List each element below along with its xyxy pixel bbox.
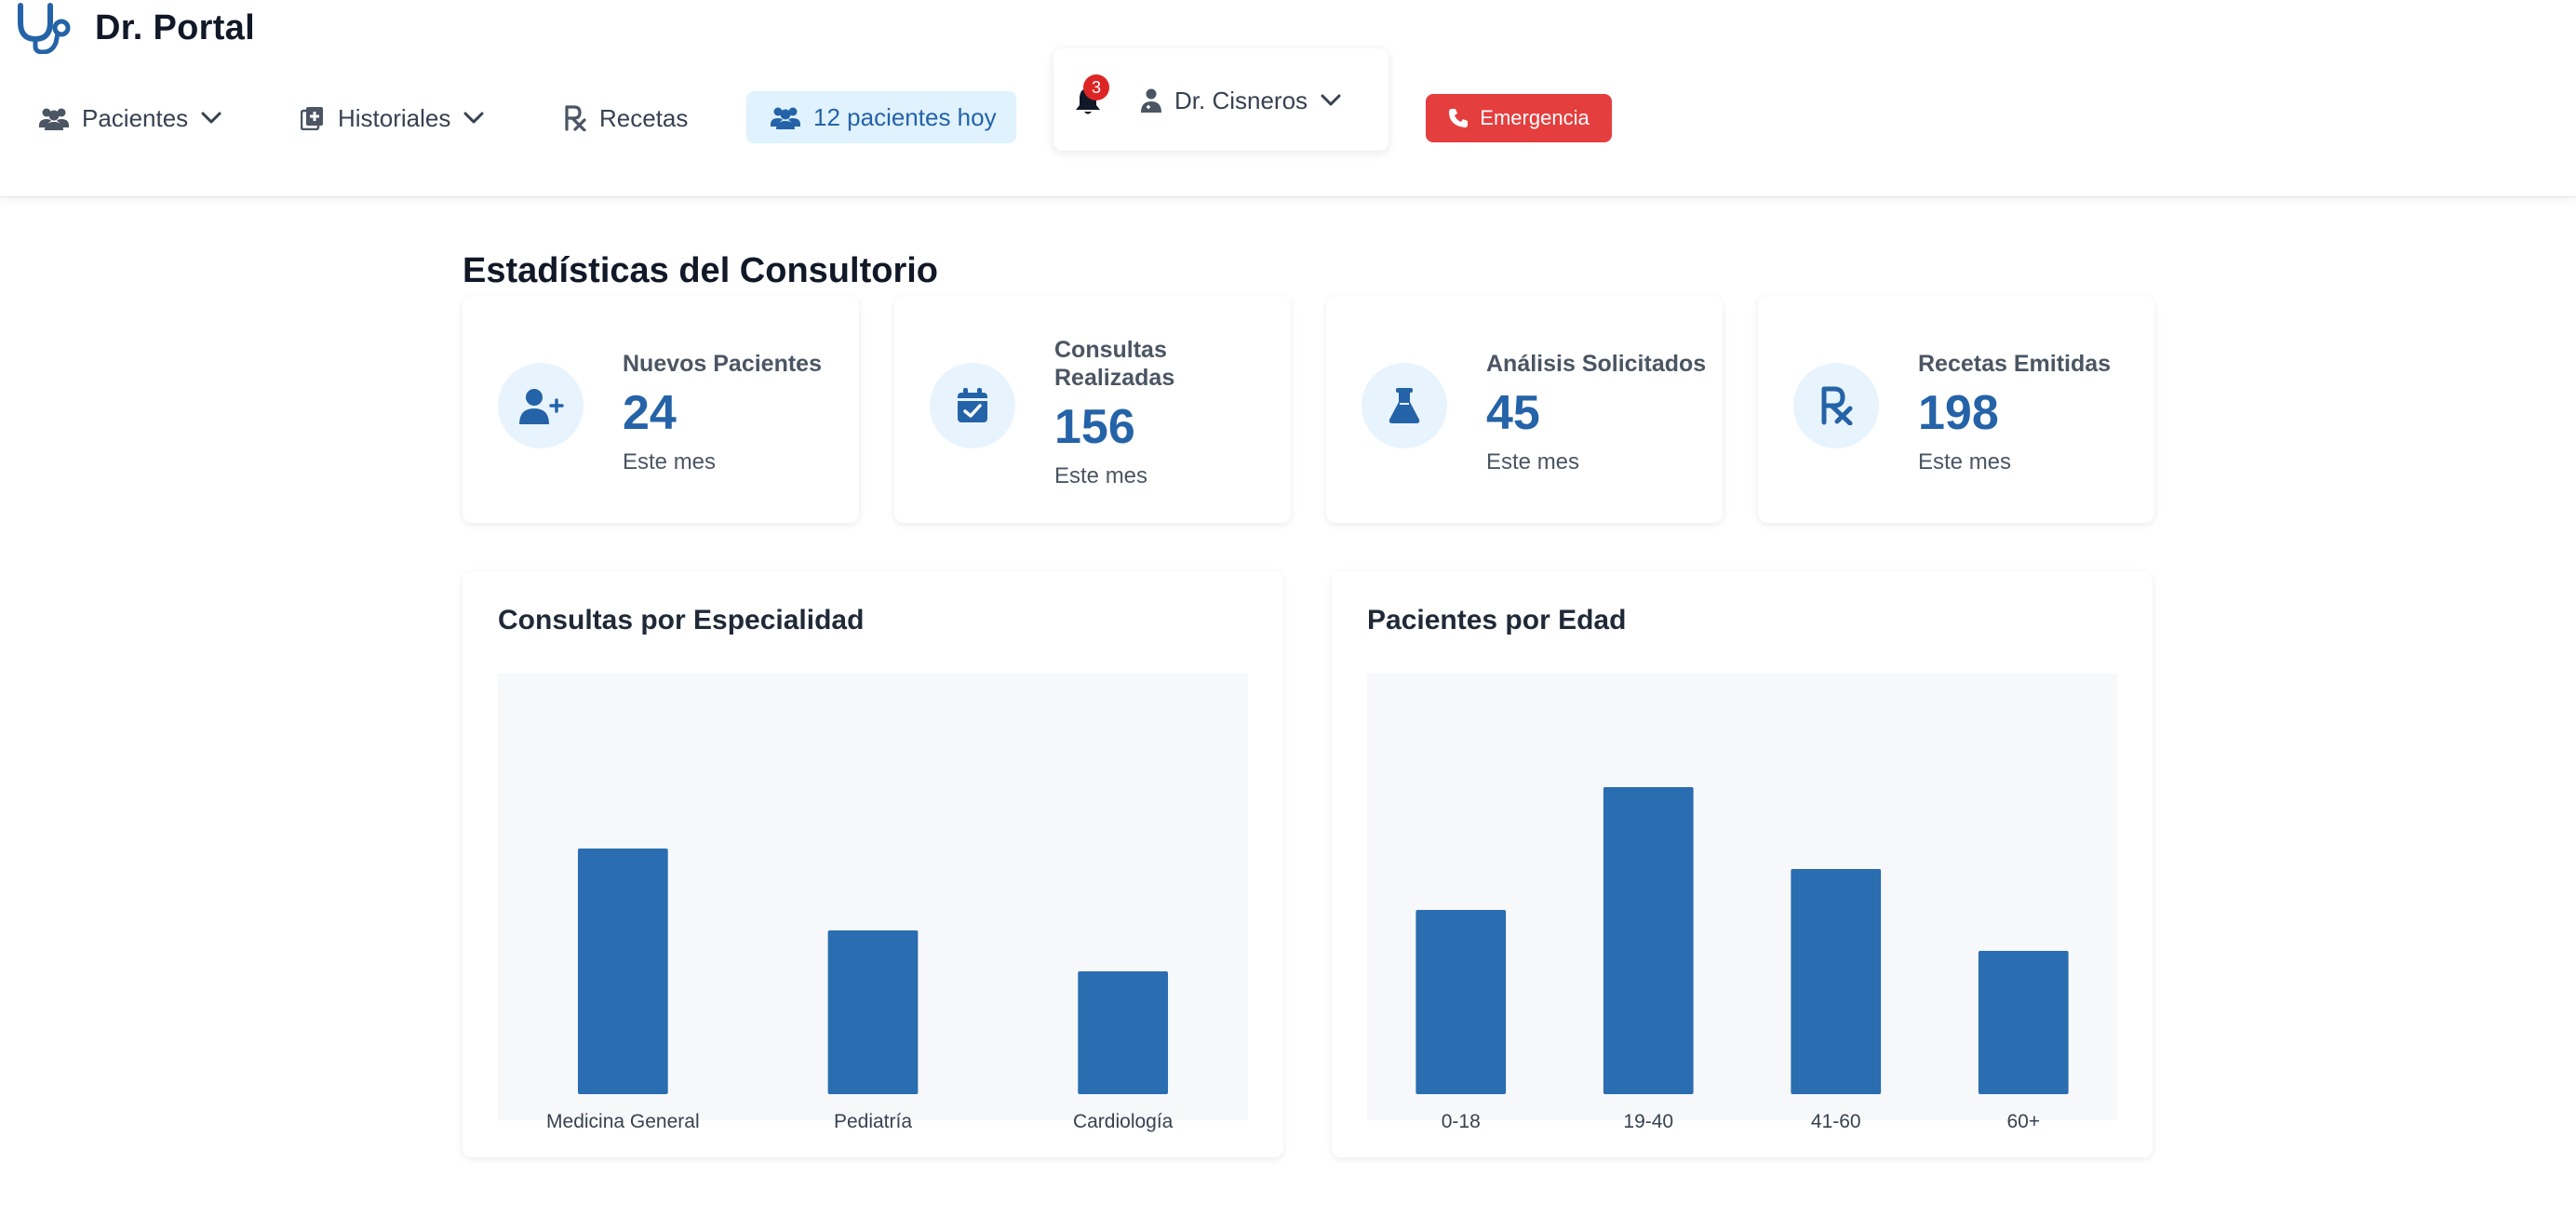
user-menu-button[interactable]: Dr. Cisneros — [1141, 82, 1341, 119]
stat-subtitle: Este mes — [1054, 463, 1148, 488]
phone-icon — [1449, 109, 1469, 127]
x-tick-label: 0-18 — [1442, 1111, 1481, 1132]
stat-card-new-patients: Nuevos Pacientes 24 Este mes — [463, 296, 859, 523]
brand[interactable]: Dr. Portal — [15, 2, 255, 54]
chart-title: Pacientes por Edad — [1367, 605, 1627, 635]
nav-prescriptions[interactable]: Recetas — [564, 95, 688, 141]
chart-bar[interactable] — [1415, 910, 1507, 1094]
x-tick-label: Medicina General — [546, 1111, 700, 1132]
stat-label: Nuevos Pacientes — [623, 351, 822, 377]
patients-today-label: 12 pacientes hoy — [813, 102, 997, 131]
app-title: Dr. Portal — [95, 7, 255, 47]
specialty-bar-chart: Medicina General Pediatría Cardiología — [498, 674, 1248, 1132]
notification-count-badge: 3 — [1083, 74, 1109, 100]
chevron-down-icon — [201, 112, 221, 124]
stat-value: 156 — [1054, 400, 1135, 454]
stat-icon-wrapper — [498, 363, 584, 448]
chart-bar[interactable] — [1791, 869, 1882, 1094]
chart-bar[interactable] — [1078, 971, 1169, 1094]
calendar-check-icon — [958, 388, 987, 422]
chart-card-specialty: Consultas por Especialidad Medicina Gene… — [463, 571, 1283, 1157]
file-medical-icon — [301, 107, 323, 130]
stat-subtitle: Este mes — [1918, 449, 2012, 475]
stat-text: Consultas Realizadas 156 Este mes — [1054, 329, 1278, 497]
user-plus-icon — [519, 389, 564, 424]
chart-bar[interactable] — [827, 930, 919, 1094]
stat-value: 45 — [1486, 386, 1540, 440]
stat-text: Nuevos Pacientes 24 Este mes — [623, 329, 846, 497]
nav-records-label: Historiales — [338, 103, 451, 132]
chevron-down-icon — [1321, 94, 1341, 106]
user-panel: 3 Dr. Cisneros — [1053, 48, 1389, 151]
nav-patients-label: Pacientes — [82, 103, 189, 132]
top-navbar: Dr. Portal Pacientes Historiales Recetas… — [0, 0, 2576, 197]
stat-value: 24 — [623, 386, 677, 440]
users-icon — [39, 108, 69, 130]
x-tick-label: 41-60 — [1811, 1111, 1861, 1132]
stat-subtitle: Este mes — [623, 449, 717, 475]
prescription-icon — [565, 105, 586, 131]
x-tick-label: Cardiología — [1073, 1111, 1174, 1132]
chart-card-age: Pacientes por Edad 0-18 19-40 41-60 60+ — [1332, 571, 2153, 1157]
stat-card-analyses: Análisis Solicitados 45 Este mes — [1326, 296, 1723, 523]
stat-icon-wrapper — [1362, 363, 1447, 448]
stat-subtitle: Este mes — [1486, 449, 1580, 475]
prescription-icon — [1821, 386, 1853, 425]
nav-records[interactable]: Historiales — [301, 95, 484, 141]
patients-today-badge[interactable]: 12 pacientes hoy — [746, 91, 1016, 143]
x-tick-label: 60+ — [2006, 1111, 2040, 1132]
stat-card-consultations: Consultas Realizadas 156 Este mes — [894, 296, 1291, 523]
stat-icon-wrapper — [1793, 363, 1879, 448]
emergency-button[interactable]: Emergencia — [1426, 94, 1612, 142]
chart-bar[interactable] — [1603, 787, 1694, 1094]
x-tick-label: Pediatría — [834, 1111, 912, 1132]
flask-icon — [1389, 388, 1420, 423]
chevron-down-icon — [463, 112, 484, 124]
user-name: Dr. Cisneros — [1174, 86, 1308, 114]
chart-title: Consultas por Especialidad — [498, 605, 865, 635]
stat-value: 198 — [1918, 386, 1999, 440]
age-bar-chart: 0-18 19-40 41-60 60+ — [1367, 674, 2117, 1132]
stat-label: Análisis Solicitados — [1486, 351, 1707, 377]
stat-icon-wrapper — [930, 363, 1015, 448]
x-tick-label: 19-40 — [1623, 1111, 1673, 1132]
stat-text: Análisis Solicitados 45 Este mes — [1486, 329, 1710, 497]
stat-label: Recetas Emitidas — [1918, 351, 2112, 377]
user-doctor-icon — [1141, 88, 1161, 113]
emergency-label: Emergencia — [1480, 106, 1590, 129]
nav-patients[interactable]: Pacientes — [39, 95, 221, 141]
page-title: Estadísticas del Consultorio — [463, 251, 938, 290]
stat-card-prescriptions: Recetas Emitidas 198 Este mes — [1758, 296, 2154, 523]
stat-text: Recetas Emitidas 198 Este mes — [1918, 329, 2141, 497]
chart-bar[interactable] — [577, 849, 668, 1094]
chart-bar[interactable] — [1978, 951, 2069, 1094]
stat-label: Consultas Realizadas — [1054, 337, 1175, 391]
stethoscope-icon — [18, 3, 71, 54]
users-icon — [771, 107, 800, 129]
nav-prescriptions-label: Recetas — [599, 103, 689, 132]
